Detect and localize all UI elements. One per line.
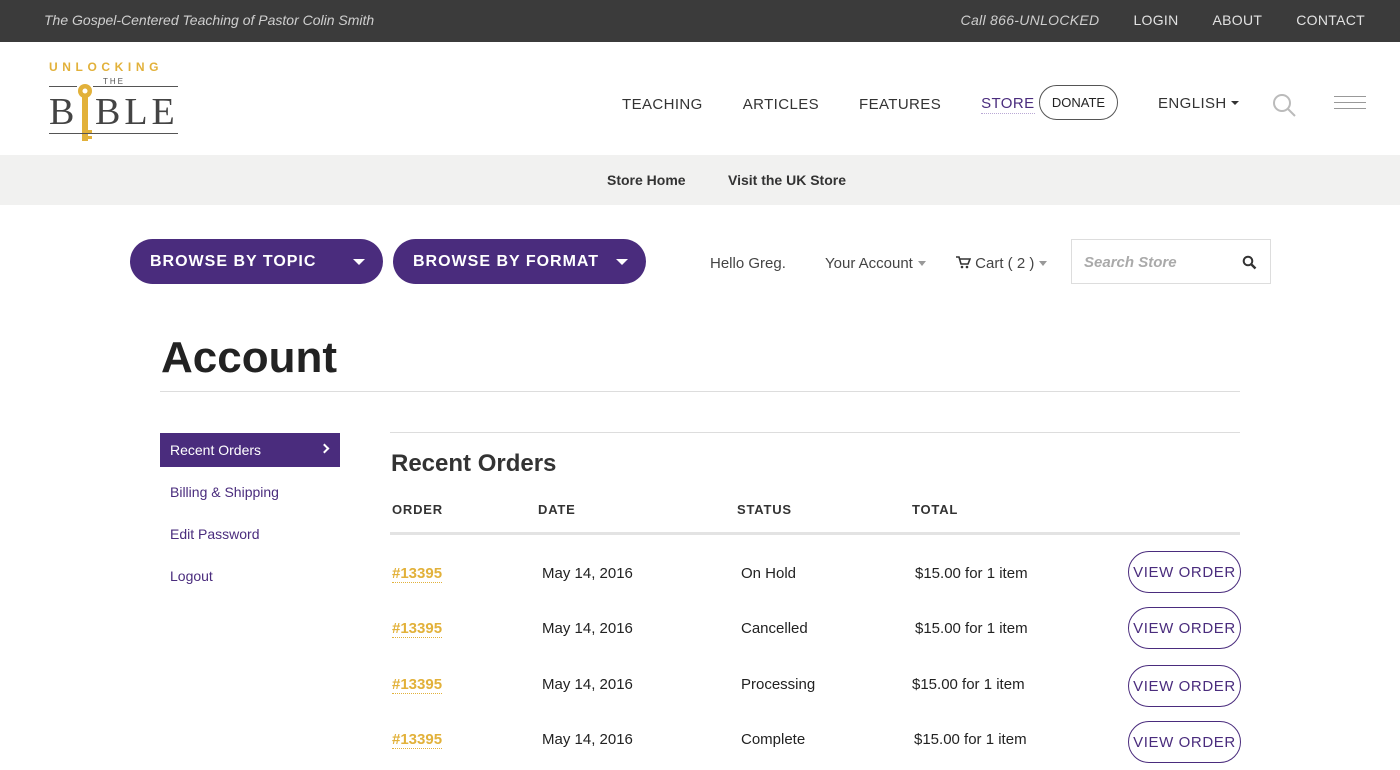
order-total: $15.00 for 1 item	[914, 731, 1027, 748]
donate-button[interactable]: DONATE	[1039, 85, 1118, 120]
view-order-button[interactable]: VIEW ORDER	[1128, 607, 1241, 649]
order-number-link[interactable]: #13395	[392, 731, 443, 749]
order-date: May 14, 2016	[542, 565, 633, 582]
logo-line-2: THE	[103, 77, 125, 86]
hamburger-menu-icon[interactable]	[1334, 96, 1366, 112]
view-order-button[interactable]: VIEW ORDER	[1128, 665, 1241, 707]
page-title: Account	[161, 333, 337, 382]
cart-icon	[956, 256, 972, 269]
site-tagline: The Gospel-Centered Teaching of Pastor C…	[44, 12, 375, 28]
order-date: May 14, 2016	[542, 731, 633, 748]
store-home-link[interactable]: Store Home	[607, 172, 686, 188]
chevron-right-icon	[319, 443, 330, 454]
site-logo[interactable]: UNLOCKING THE BIBLE	[49, 60, 181, 148]
caret-down-icon	[1230, 100, 1239, 105]
cart-label: Cart ( 2 )	[975, 255, 1035, 272]
table-row: #13395 May 14, 2016 Cancelled $15.00 for…	[0, 605, 1400, 655]
divider	[390, 432, 1240, 433]
your-account-dropdown[interactable]: Your Account	[825, 255, 926, 272]
logo-rule-bottom	[49, 133, 178, 134]
utility-links: Call 866-UNLOCKED LOGIN ABOUT CONTACT	[961, 12, 1365, 28]
browse-format-label: BROWSE BY FORMAT	[413, 252, 600, 270]
order-total: $15.00 for 1 item	[915, 565, 1028, 582]
search-icon[interactable]	[1242, 255, 1257, 270]
order-total: $15.00 for 1 item	[912, 676, 1025, 693]
order-date: May 14, 2016	[542, 676, 633, 693]
cart-dropdown[interactable]: Cart ( 2 )	[956, 255, 1048, 272]
sidebar-item-billing-shipping[interactable]: Billing & Shipping	[160, 475, 340, 509]
view-order-button[interactable]: VIEW ORDER	[1128, 551, 1241, 593]
logo-line-1: UNLOCKING	[49, 60, 164, 74]
table-header-rule	[390, 532, 1240, 535]
caret-down-icon	[1039, 260, 1048, 266]
login-link[interactable]: LOGIN	[1133, 12, 1178, 28]
sidebar-item-label: Billing & Shipping	[170, 484, 279, 500]
logo-rule-top	[49, 86, 178, 87]
order-total: $15.00 for 1 item	[915, 620, 1028, 637]
triangle-down-icon	[616, 259, 628, 265]
nav-store[interactable]: STORE	[981, 95, 1035, 114]
logo-line-3: BIBLE	[49, 91, 179, 133]
order-number-link[interactable]: #13395	[392, 565, 443, 583]
column-header-order: ORDER	[392, 502, 443, 517]
uk-store-link[interactable]: Visit the UK Store	[728, 172, 846, 188]
language-dropdown[interactable]: ENGLISH	[1158, 95, 1239, 112]
table-row: #13395 May 14, 2016 Complete $15.00 for …	[0, 716, 1400, 766]
search-icon[interactable]	[1271, 92, 1297, 118]
language-label: ENGLISH	[1158, 95, 1227, 112]
order-number-link[interactable]: #13395	[392, 676, 443, 694]
triangle-down-icon	[353, 259, 365, 265]
phone-link[interactable]: Call 866-UNLOCKED	[961, 12, 1100, 28]
sidebar-item-label: Edit Password	[170, 526, 260, 542]
store-subnav: Store Home Visit the UK Store	[0, 155, 1400, 205]
contact-link[interactable]: CONTACT	[1296, 12, 1365, 28]
greeting-text: Hello Greg.	[710, 255, 786, 272]
store-search	[1071, 239, 1271, 284]
main-nav: TEACHING ARTICLES FEATURES STORE	[622, 95, 1075, 114]
order-status: Cancelled	[741, 620, 808, 637]
browse-by-topic-dropdown[interactable]: BROWSE BY TOPIC	[130, 239, 383, 284]
table-row: #13395 May 14, 2016 On Hold $15.00 for 1…	[0, 549, 1400, 599]
recent-orders-title: Recent Orders	[391, 450, 557, 477]
table-row: #13395 May 14, 2016 Processing $15.00 fo…	[0, 661, 1400, 711]
browse-by-format-dropdown[interactable]: BROWSE BY FORMAT	[393, 239, 646, 284]
sidebar-item-edit-password[interactable]: Edit Password	[160, 517, 340, 551]
column-header-total: TOTAL	[912, 502, 959, 517]
nav-teaching[interactable]: TEACHING	[622, 96, 703, 113]
order-date: May 14, 2016	[542, 620, 633, 637]
browse-topic-label: BROWSE BY TOPIC	[150, 252, 317, 270]
sidebar-item-label: Recent Orders	[170, 442, 262, 458]
order-status: Processing	[741, 676, 816, 693]
column-header-date: DATE	[538, 502, 576, 517]
column-header-status: STATUS	[737, 502, 792, 517]
view-order-button[interactable]: VIEW ORDER	[1128, 721, 1241, 763]
key-icon	[77, 82, 93, 144]
about-link[interactable]: ABOUT	[1213, 12, 1263, 28]
order-status: Complete	[741, 731, 806, 748]
your-account-label: Your Account	[825, 255, 913, 272]
divider	[160, 391, 1240, 392]
order-status: On Hold	[741, 565, 797, 582]
site-header: UNLOCKING THE BIBLE TEACHING ARTICLES FE…	[0, 42, 1400, 155]
sidebar-item-recent-orders[interactable]: Recent Orders	[160, 433, 340, 467]
top-utility-bar: The Gospel-Centered Teaching of Pastor C…	[0, 0, 1400, 42]
store-search-input[interactable]	[1084, 250, 1234, 274]
nav-features[interactable]: FEATURES	[859, 96, 941, 113]
nav-articles[interactable]: ARTICLES	[743, 96, 819, 113]
caret-down-icon	[917, 260, 926, 266]
order-number-link[interactable]: #13395	[392, 620, 443, 638]
